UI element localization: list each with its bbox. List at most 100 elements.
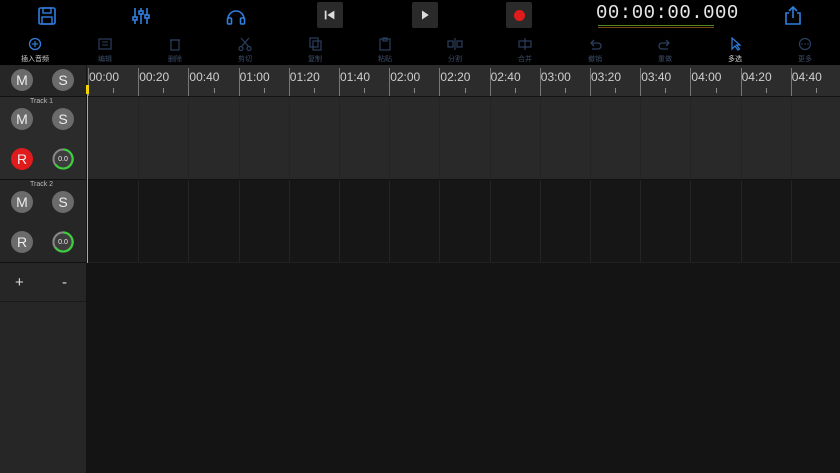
lane-gridline [389,97,391,179]
lane-gridline [590,97,591,179]
lane-gridline [288,180,290,262]
playhead-handle[interactable] [86,85,89,94]
divider [0,301,86,302]
track-header-1[interactable]: Track 1 M S R 0.0 [0,97,86,179]
track-record-arm-button[interactable]: R [11,148,33,170]
track-mute-button[interactable]: M [11,108,33,130]
master-mute-button[interactable]: M [11,69,33,91]
lane-gridline [238,180,240,262]
track-record-arm-button[interactable]: R [11,231,33,253]
lane-gridline [740,97,742,179]
ruler-minor-tick [765,88,767,93]
share-icon[interactable] [781,4,805,28]
fn-label: 撤销 [588,56,602,63]
redo-button[interactable]: 重做 [640,32,690,65]
timeline-ruler[interactable]: 00:00 00:20 00:40 01:00 01:20 01:40 02:00 02:20… [87,65,840,96]
edit-icon [98,38,112,50]
ruler-tick-label: 02:20 [440,70,471,84]
timecode-display: 00:00:00.000 [596,2,739,24]
undo-button[interactable]: 撤销 [570,32,620,65]
copy-icon [309,37,322,51]
volume-value: 0.0 [58,238,68,246]
lane-gridline [790,180,792,262]
save-icon[interactable] [35,4,59,28]
lane-divider [87,179,840,180]
lane-gridline [740,180,742,262]
copy-button[interactable]: 复制 [290,32,340,65]
headphones-icon[interactable] [224,4,248,28]
ruler-tick-label: 03:40 [641,70,672,84]
track-mute-button[interactable]: M [11,191,33,213]
volume-value: 0.0 [58,155,68,163]
lane-gridline [489,97,491,179]
ruler-minor-tick [263,88,265,93]
insert-audio-button[interactable]: 插入音频 [10,32,60,65]
skip-back-button[interactable] [317,2,343,28]
playhead[interactable] [87,85,88,263]
ruler-tick-label: 00:00 [89,70,120,84]
add-track-button[interactable]: + [15,274,24,291]
fn-label: 粘贴 [378,56,392,63]
ruler-minor-tick [464,88,466,93]
track-solo-button[interactable]: S [52,108,74,130]
track-lane-1[interactable] [87,97,840,179]
edit-button[interactable]: 编辑 [80,32,130,65]
fn-label: 编辑 [98,56,112,63]
level-meter [598,25,714,29]
merge-button[interactable]: 合并 [500,32,550,65]
divider [0,262,86,263]
function-toolbar: 插入音频 编辑 删除 剪切 复制 粘贴 分割 合并 撤销 重做 多选 更多 [0,32,840,65]
lane-gridline [188,97,190,179]
ruler-minor-tick [163,88,165,93]
lane-gridline [439,180,441,262]
track-volume-knob[interactable]: 0.0 [52,231,74,253]
track-header-2[interactable]: Track 2 M S R 0.0 [0,180,86,262]
fn-label: 剪切 [238,56,252,63]
ruler-tick-label: 04:20 [741,70,772,84]
record-button[interactable] [506,2,532,28]
insert-audio-icon [28,37,42,51]
mixer-icon[interactable] [129,4,153,28]
ruler-tick-label: 03:00 [540,70,571,84]
ruler-minor-tick [113,88,115,93]
multi-select-button[interactable]: 多选 [710,32,760,65]
ruler-minor-tick [213,88,215,93]
ruler-tick-label: 03:20 [591,70,622,84]
lane-gridline [640,180,642,262]
ruler-minor-tick [564,88,566,93]
remove-track-button[interactable]: - [62,274,67,291]
lane-gridline [690,97,692,179]
master-solo-button[interactable]: S [52,69,74,91]
track-solo-button[interactable]: S [52,191,74,213]
ruler-minor-tick [665,88,667,93]
fn-label: 删除 [168,56,182,63]
play-icon [422,10,429,20]
ruler-minor-tick [815,88,817,93]
lane-gridline [539,180,541,262]
fn-label: 插入音频 [21,56,49,63]
more-button[interactable]: 更多 [780,32,830,65]
lane-gridline [138,180,140,262]
paste-button[interactable]: 粘贴 [360,32,410,65]
lane-gridline [790,97,792,179]
multi-select-icon [731,37,742,51]
track-volume-knob[interactable]: 0.0 [52,148,74,170]
lane-gridline [339,180,340,262]
ruler-tick-label: 02:40 [490,70,521,84]
ruler-minor-tick [514,88,516,93]
lane-gridline [690,180,692,262]
track-name: Track 1 [30,98,54,105]
play-button[interactable] [412,2,438,28]
ruler-tick-label: 00:20 [139,70,170,84]
ruler-tick-label: 02:00 [390,70,421,84]
lane-gridline [539,97,541,179]
delete-button[interactable]: 删除 [150,32,200,65]
cut-button[interactable]: 剪切 [220,32,270,65]
track-lane-2[interactable] [87,180,840,262]
track-header-column: M S Track 1 M S R 0.0 Track 2 M S R 0.0 … [0,65,86,473]
split-button[interactable]: 分割 [430,32,480,65]
skip-back-icon [324,10,335,20]
ruler-tick-label: 01:20 [289,70,320,84]
split-icon [447,38,463,50]
ruler-tick-label: 04:40 [791,70,822,84]
